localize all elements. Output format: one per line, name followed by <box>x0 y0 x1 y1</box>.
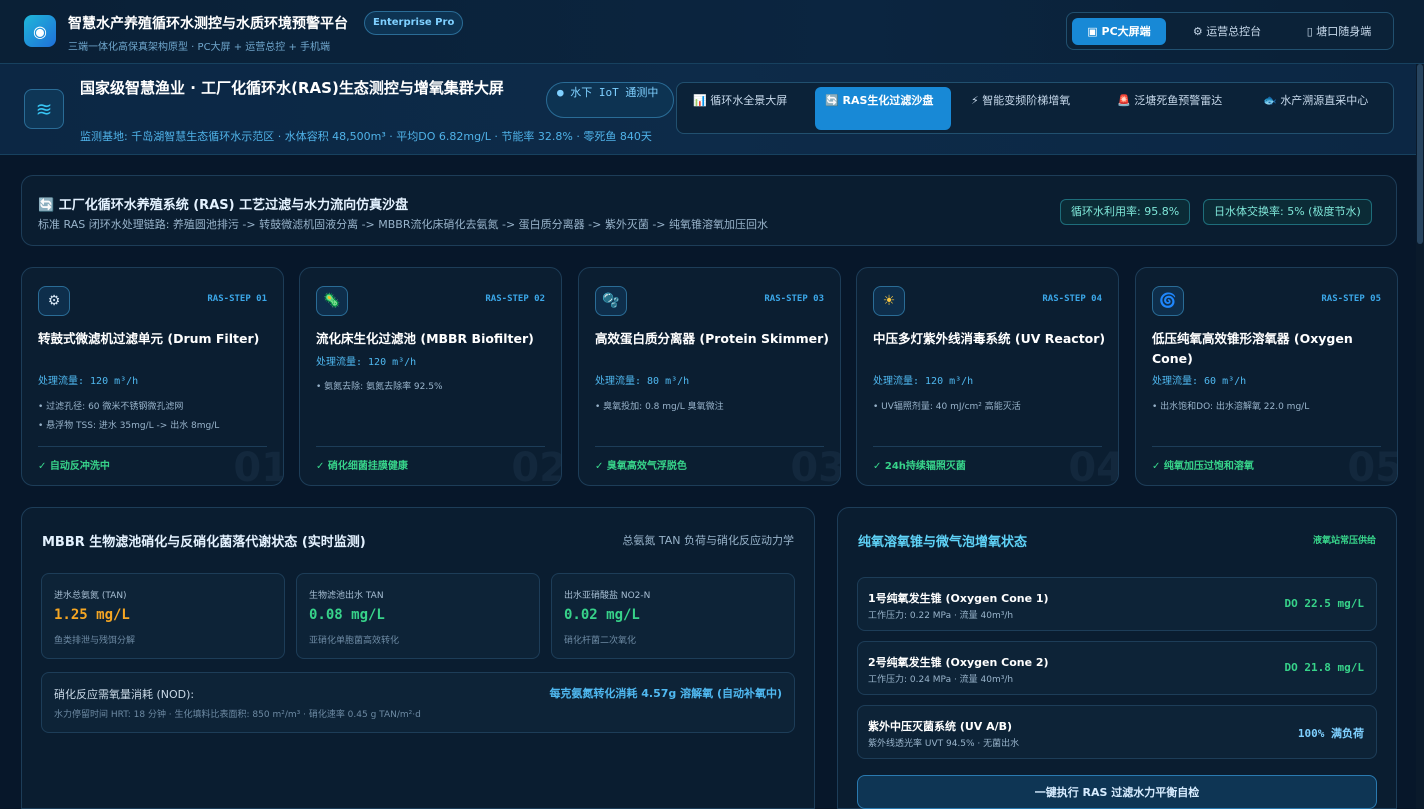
nod-value: 每克氨氮转化消耗 4.57g 溶解氧 (自动补氧中) <box>549 687 782 700</box>
step-code: RAS-STEP 05 <box>1321 294 1381 304</box>
base-meta: 监测基地: 千岛湖智慧生态循环水示范区 · 水体容积 48,500m³ · 平均… <box>80 130 652 143</box>
step-status: ✓ 24h持续辐照灭菌 <box>873 461 966 472</box>
dashboard-title: 国家级智慧渔业 · 工厂化循环水(RAS)生态测控与增氧集群大屏 <box>80 79 504 97</box>
app-title: 智慧水产养殖循环水测控与水质环境预警平台 <box>68 16 348 32</box>
edition-badge: Enterprise Pro <box>364 11 464 35</box>
bubbles-icon: 🫧 <box>595 286 627 316</box>
top-bar: ◉ 智慧水产养殖循环水测控与水质环境预警平台 Enterprise Pro 三端… <box>0 0 1424 64</box>
step-flow: 处理流量: 120 m³/h <box>316 357 417 368</box>
step-card-oxygen-cone[interactable]: 🌀 RAS-STEP 05 低压纯氧高效锥形溶氧器 (Oxygen Cone) … <box>1135 267 1398 486</box>
view-mobile-button[interactable]: ▯ 塘口随身端 <box>1289 18 1389 45</box>
metric-outlet-tan: 生物滤池出水 TAN 0.08 mg/L 亚硝化单胞菌高效转化 <box>296 573 540 659</box>
do-value: DO 22.5 mg/L <box>1284 597 1364 610</box>
metric-value: 0.02 mg/L <box>564 607 640 623</box>
app-logo-icon: ◉ <box>24 15 56 47</box>
monitor-icon: ▣ <box>1087 25 1098 38</box>
step-name: 低压纯氧高效锥形溶氧器 (Oxygen Cone) <box>1152 331 1353 366</box>
step-card-uv-reactor[interactable]: ☀ RAS-STEP 04 中压多灯紫外线消毒系统 (UV Reactor) 处… <box>856 267 1119 486</box>
swirl-icon: 🌀 <box>1152 286 1184 316</box>
gear-icon: ⚙ <box>1192 25 1203 38</box>
oxygen-title: 纯氧溶氧锥与微气泡增氧状态 <box>858 535 1028 550</box>
iot-status-pill: ● 水下 IoT 通测中 <box>546 82 674 118</box>
step-note: • 氨氮去除: 氨氮去除率 92.5% <box>316 382 443 392</box>
step-note: • UV辐照剂量: 40 mJ/cm² 高能灭活 <box>873 402 1021 412</box>
tab-warning-radar[interactable]: 🚨 泛塘死鱼预警雷达 <box>1107 87 1237 130</box>
wave-icon: ≋ <box>24 89 64 129</box>
sun-icon: ☀ <box>873 286 905 316</box>
step-note: • 臭氧投加: 0.8 mg/L 臭氧微注 <box>595 402 724 412</box>
metric-nitrite: 出水亚硝酸盐 NO2-N 0.02 mg/L 硝化杆菌二次氧化 <box>551 573 795 659</box>
metric-value: 1.25 mg/L <box>54 607 130 623</box>
refresh-icon: 🔄 <box>38 198 55 213</box>
step-status: ✓ 臭氧高效气浮脱色 <box>595 461 687 472</box>
oxygen-cone-1-row: 1号纯氧发生锥 (Oxygen Cone 1) 工作压力: 0.22 MPa ·… <box>857 577 1377 631</box>
view-switcher: ▣ PC大屏端 ⚙ 运营总控台 ▯ 塘口随身端 <box>1066 12 1394 50</box>
step-code: RAS-STEP 03 <box>764 294 824 304</box>
tab-ras-sandbox[interactable]: 🔄 RAS生化过滤沙盘 <box>815 87 951 130</box>
process-title: 🔄 工厂化循环水养殖系统 (RAS) 工艺过滤与水力流向仿真沙盘 <box>38 198 409 213</box>
mbbr-title: MBBR 生物滤池硝化与反硝化菌落代谢状态 (实时监测) <box>42 535 366 550</box>
step-number: 03 <box>790 445 841 486</box>
step-status: ✓ 纯氧加压过饱和溶氧 <box>1152 461 1254 472</box>
step-card-drum-filter[interactable]: ⚙ RAS-STEP 01 转鼓式微滤机过滤单元 (Drum Filter) 处… <box>21 267 284 486</box>
tab-traceability[interactable]: 🐟 水产溯源直采中心 <box>1253 87 1383 130</box>
step-number: 01 <box>233 445 284 486</box>
dashboard-tabs: 📊 循环水全景大屏 🔄 RAS生化过滤沙盘 ⚡ 智能变频阶梯增氧 🚨 泛塘死鱼预… <box>676 82 1394 134</box>
bacteria-icon: 🦠 <box>316 286 348 316</box>
step-name: 高效蛋白质分离器 (Protein Skimmer) <box>595 331 829 346</box>
tab-aeration[interactable]: ⚡ 智能变频阶梯增氧 <box>961 87 1095 130</box>
step-code: RAS-STEP 01 <box>207 294 267 304</box>
step-flow: 处理流量: 120 m³/h <box>38 376 139 387</box>
scrollbar-thumb[interactable] <box>1417 64 1423 244</box>
view-operations-button[interactable]: ⚙ 运营总控台 <box>1177 18 1277 45</box>
step-code: RAS-STEP 02 <box>485 294 545 304</box>
step-name: 转鼓式微滤机过滤单元 (Drum Filter) <box>38 331 260 346</box>
oxygen-source-tag: 液氧站常压供给 <box>1312 536 1376 546</box>
do-value: DO 21.8 mg/L <box>1284 661 1364 674</box>
nod-label: 硝化反应需氧量消耗 (NOD): <box>54 688 195 701</box>
process-desc: 标准 RAS 闭环水处理链路: 养殖圆池排污 -> 转鼓微滤机固液分离 -> M… <box>38 218 769 231</box>
ras-process-panel: 🔄 工厂化循环水养殖系统 (RAS) 工艺过滤与水力流向仿真沙盘 标准 RAS … <box>21 175 1397 246</box>
step-flow: 处理流量: 60 m³/h <box>1152 376 1247 387</box>
step-card-mbbr[interactable]: 🦠 RAS-STEP 02 流化床生化过滤池 (MBBR Biofilter) … <box>299 267 562 486</box>
app-subtitle: 三端一体化高保真架构原型 · PC大屏 + 运营总控 + 手机端 <box>68 42 331 53</box>
scrollbar[interactable] <box>1416 64 1424 809</box>
view-pc-screen-button[interactable]: ▣ PC大屏端 <box>1072 18 1166 45</box>
step-name: 流化床生化过滤池 (MBBR Biofilter) <box>316 331 534 346</box>
metric-inlet-tan: 进水总氨氮 (TAN) 1.25 mg/L 鱼类排泄与残饵分解 <box>41 573 285 659</box>
step-flow: 处理流量: 80 m³/h <box>595 376 690 387</box>
step-code: RAS-STEP 04 <box>1042 294 1102 304</box>
exchange-rate-chip: 日水体交换率: 5% (极度节水) <box>1203 199 1372 225</box>
uv-system-row: 紫外中压灭菌系统 (UV A/B) 紫外线透光率 UVT 94.5% · 无菌出… <box>857 705 1377 759</box>
nod-desc: 水力停留时间 HRT: 18 分钟 · 生化填料比表面积: 850 m²/m³ … <box>54 710 421 720</box>
step-card-protein-skimmer[interactable]: 🫧 RAS-STEP 03 高效蛋白质分离器 (Protein Skimmer)… <box>578 267 841 486</box>
step-note: • 悬浮物 TSS: 进水 35mg/L -> 出水 8mg/L <box>38 421 220 431</box>
step-name: 中压多灯紫外线消毒系统 (UV Reactor) <box>873 331 1106 346</box>
step-flow: 处理流量: 120 m³/h <box>873 376 974 387</box>
step-number: 05 <box>1347 445 1398 486</box>
gear-icon: ⚙ <box>38 286 70 316</box>
nod-summary: 硝化反应需氧量消耗 (NOD): 水力停留时间 HRT: 18 分钟 · 生化填… <box>41 672 795 733</box>
oxygen-cone-2-row: 2号纯氧发生锥 (Oxygen Cone 2) 工作压力: 0.24 MPa ·… <box>857 641 1377 695</box>
step-note: • 出水饱和DO: 出水溶解氧 22.0 mg/L <box>1152 402 1310 412</box>
step-number: 02 <box>511 445 562 486</box>
phone-icon: ▯ <box>1306 25 1313 38</box>
tab-overview[interactable]: 📊 循环水全景大屏 <box>683 87 805 130</box>
step-status: ✓ 自动反冲洗中 <box>38 461 110 472</box>
step-note: • 过滤孔径: 60 微米不锈钢微孔滤网 <box>38 402 184 412</box>
recycle-rate-chip: 循环水利用率: 95.8% <box>1060 199 1191 225</box>
mbbr-subtitle: 总氨氮 TAN 负荷与硝化反应动力学 <box>622 534 794 547</box>
self-check-button[interactable]: 一键执行 RAS 过滤水力平衡自检 <box>857 775 1377 809</box>
step-status: ✓ 硝化细菌挂膜健康 <box>316 461 408 472</box>
metric-value: 0.08 mg/L <box>309 607 385 623</box>
step-number: 04 <box>1068 445 1119 486</box>
load-value: 100% 满负荷 <box>1297 727 1364 740</box>
